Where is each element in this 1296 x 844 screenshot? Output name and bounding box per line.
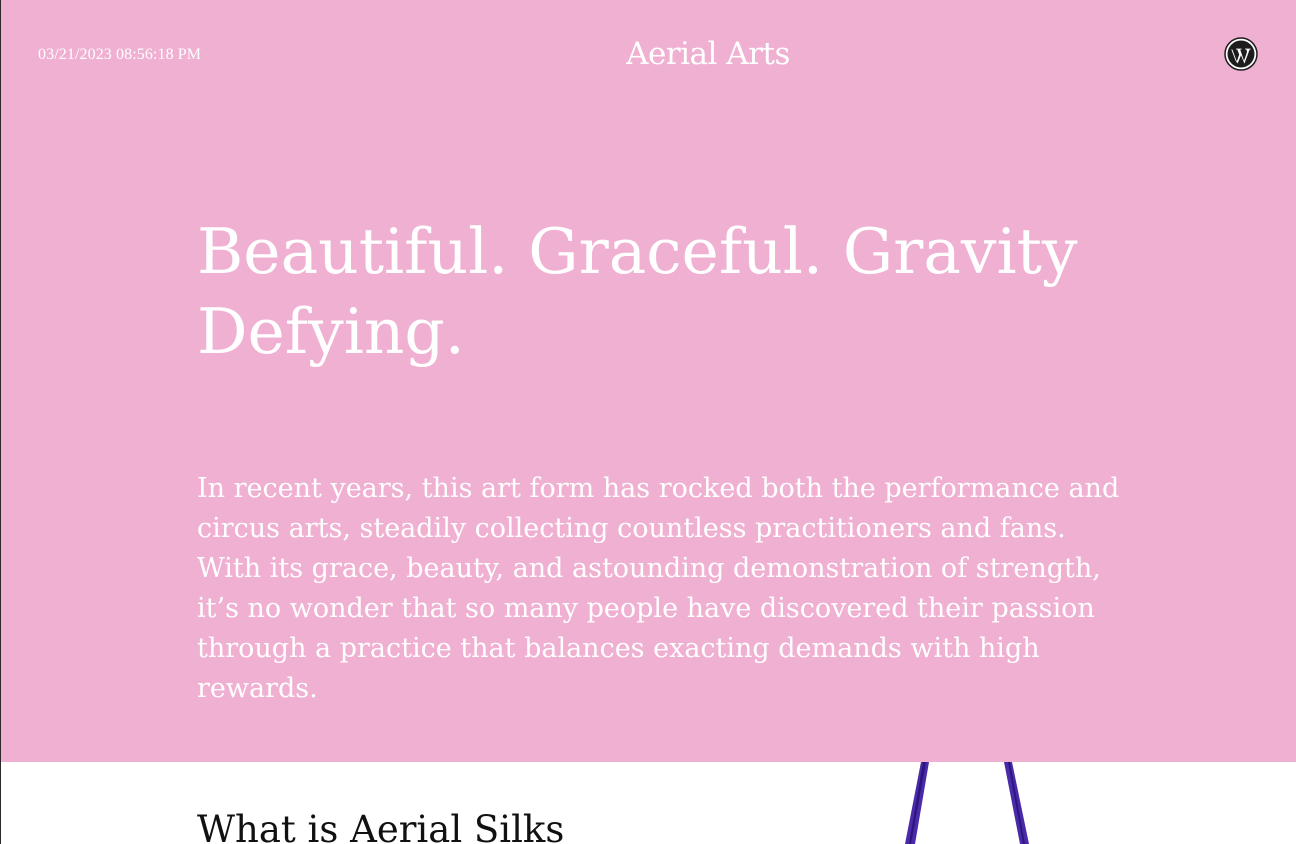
hero-headline: Beautiful. Graceful. Gravity Defying.	[197, 215, 1078, 368]
hero-section: 03/21/2023 08:56:18 PM Aerial Arts Beaut…	[0, 0, 1296, 762]
section-heading: What is Aerial Silks	[197, 808, 565, 844]
wordpress-icon[interactable]	[1224, 37, 1258, 71]
content-section: What is Aerial Silks	[0, 762, 1296, 844]
aerial-silks-image	[905, 762, 1029, 844]
hero-intro-paragraph: In recent years, this art form has rocke…	[197, 473, 1120, 704]
site-title-link[interactable]: Aerial Arts	[1, 36, 1296, 72]
